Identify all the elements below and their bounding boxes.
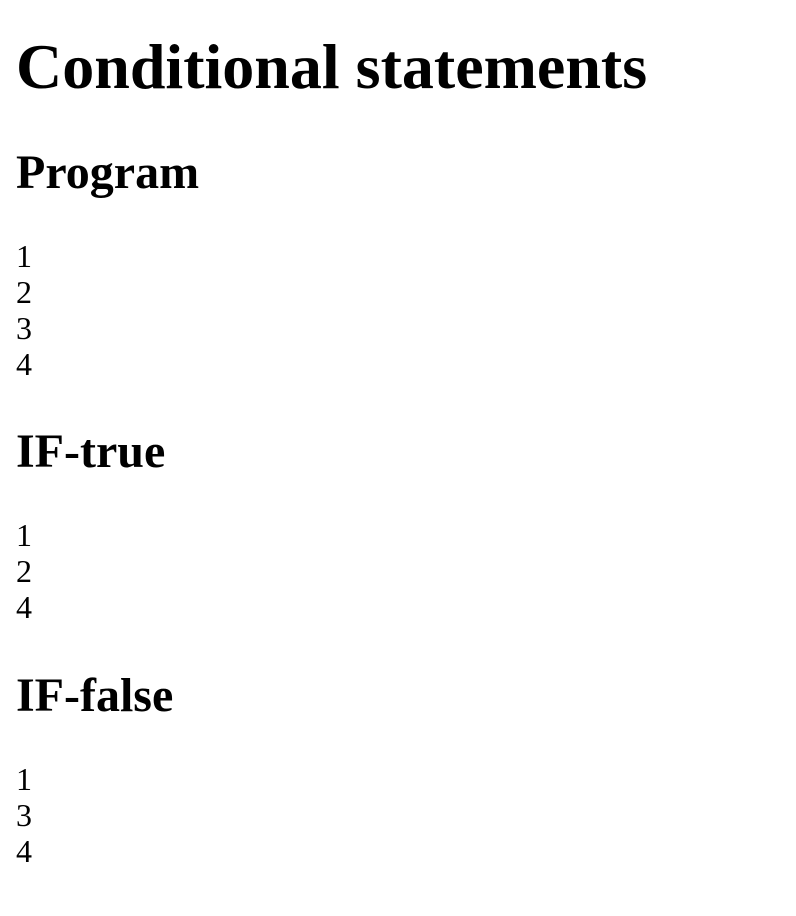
document-page: Conditional statements Program 1 2 3 4 I… — [16, 0, 780, 869]
line-item: 1 — [16, 761, 32, 798]
if-true-section: IF-true 1 2 4 — [16, 424, 165, 625]
program-heading: Program — [16, 146, 200, 199]
program-lines: 1 2 3 4 — [16, 238, 199, 382]
line-item: 1 — [16, 238, 32, 275]
line-item: 4 — [16, 589, 32, 626]
if-true-lines: 1 2 4 — [16, 517, 165, 625]
if-false-lines: 1 3 4 — [16, 761, 173, 869]
line-item: 4 — [16, 346, 32, 383]
line-item: 3 — [16, 797, 32, 834]
if-false-heading: IF-false — [16, 669, 174, 722]
line-item: 3 — [16, 310, 32, 347]
page-title: Conditional statements — [16, 31, 648, 102]
program-section: Program 1 2 3 4 — [16, 145, 199, 382]
if-true-heading: IF-true — [16, 425, 166, 478]
line-item: 4 — [16, 833, 32, 870]
line-item: 2 — [16, 274, 32, 311]
if-false-section: IF-false 1 3 4 — [16, 668, 173, 869]
line-item: 1 — [16, 517, 32, 554]
line-item: 2 — [16, 553, 32, 590]
